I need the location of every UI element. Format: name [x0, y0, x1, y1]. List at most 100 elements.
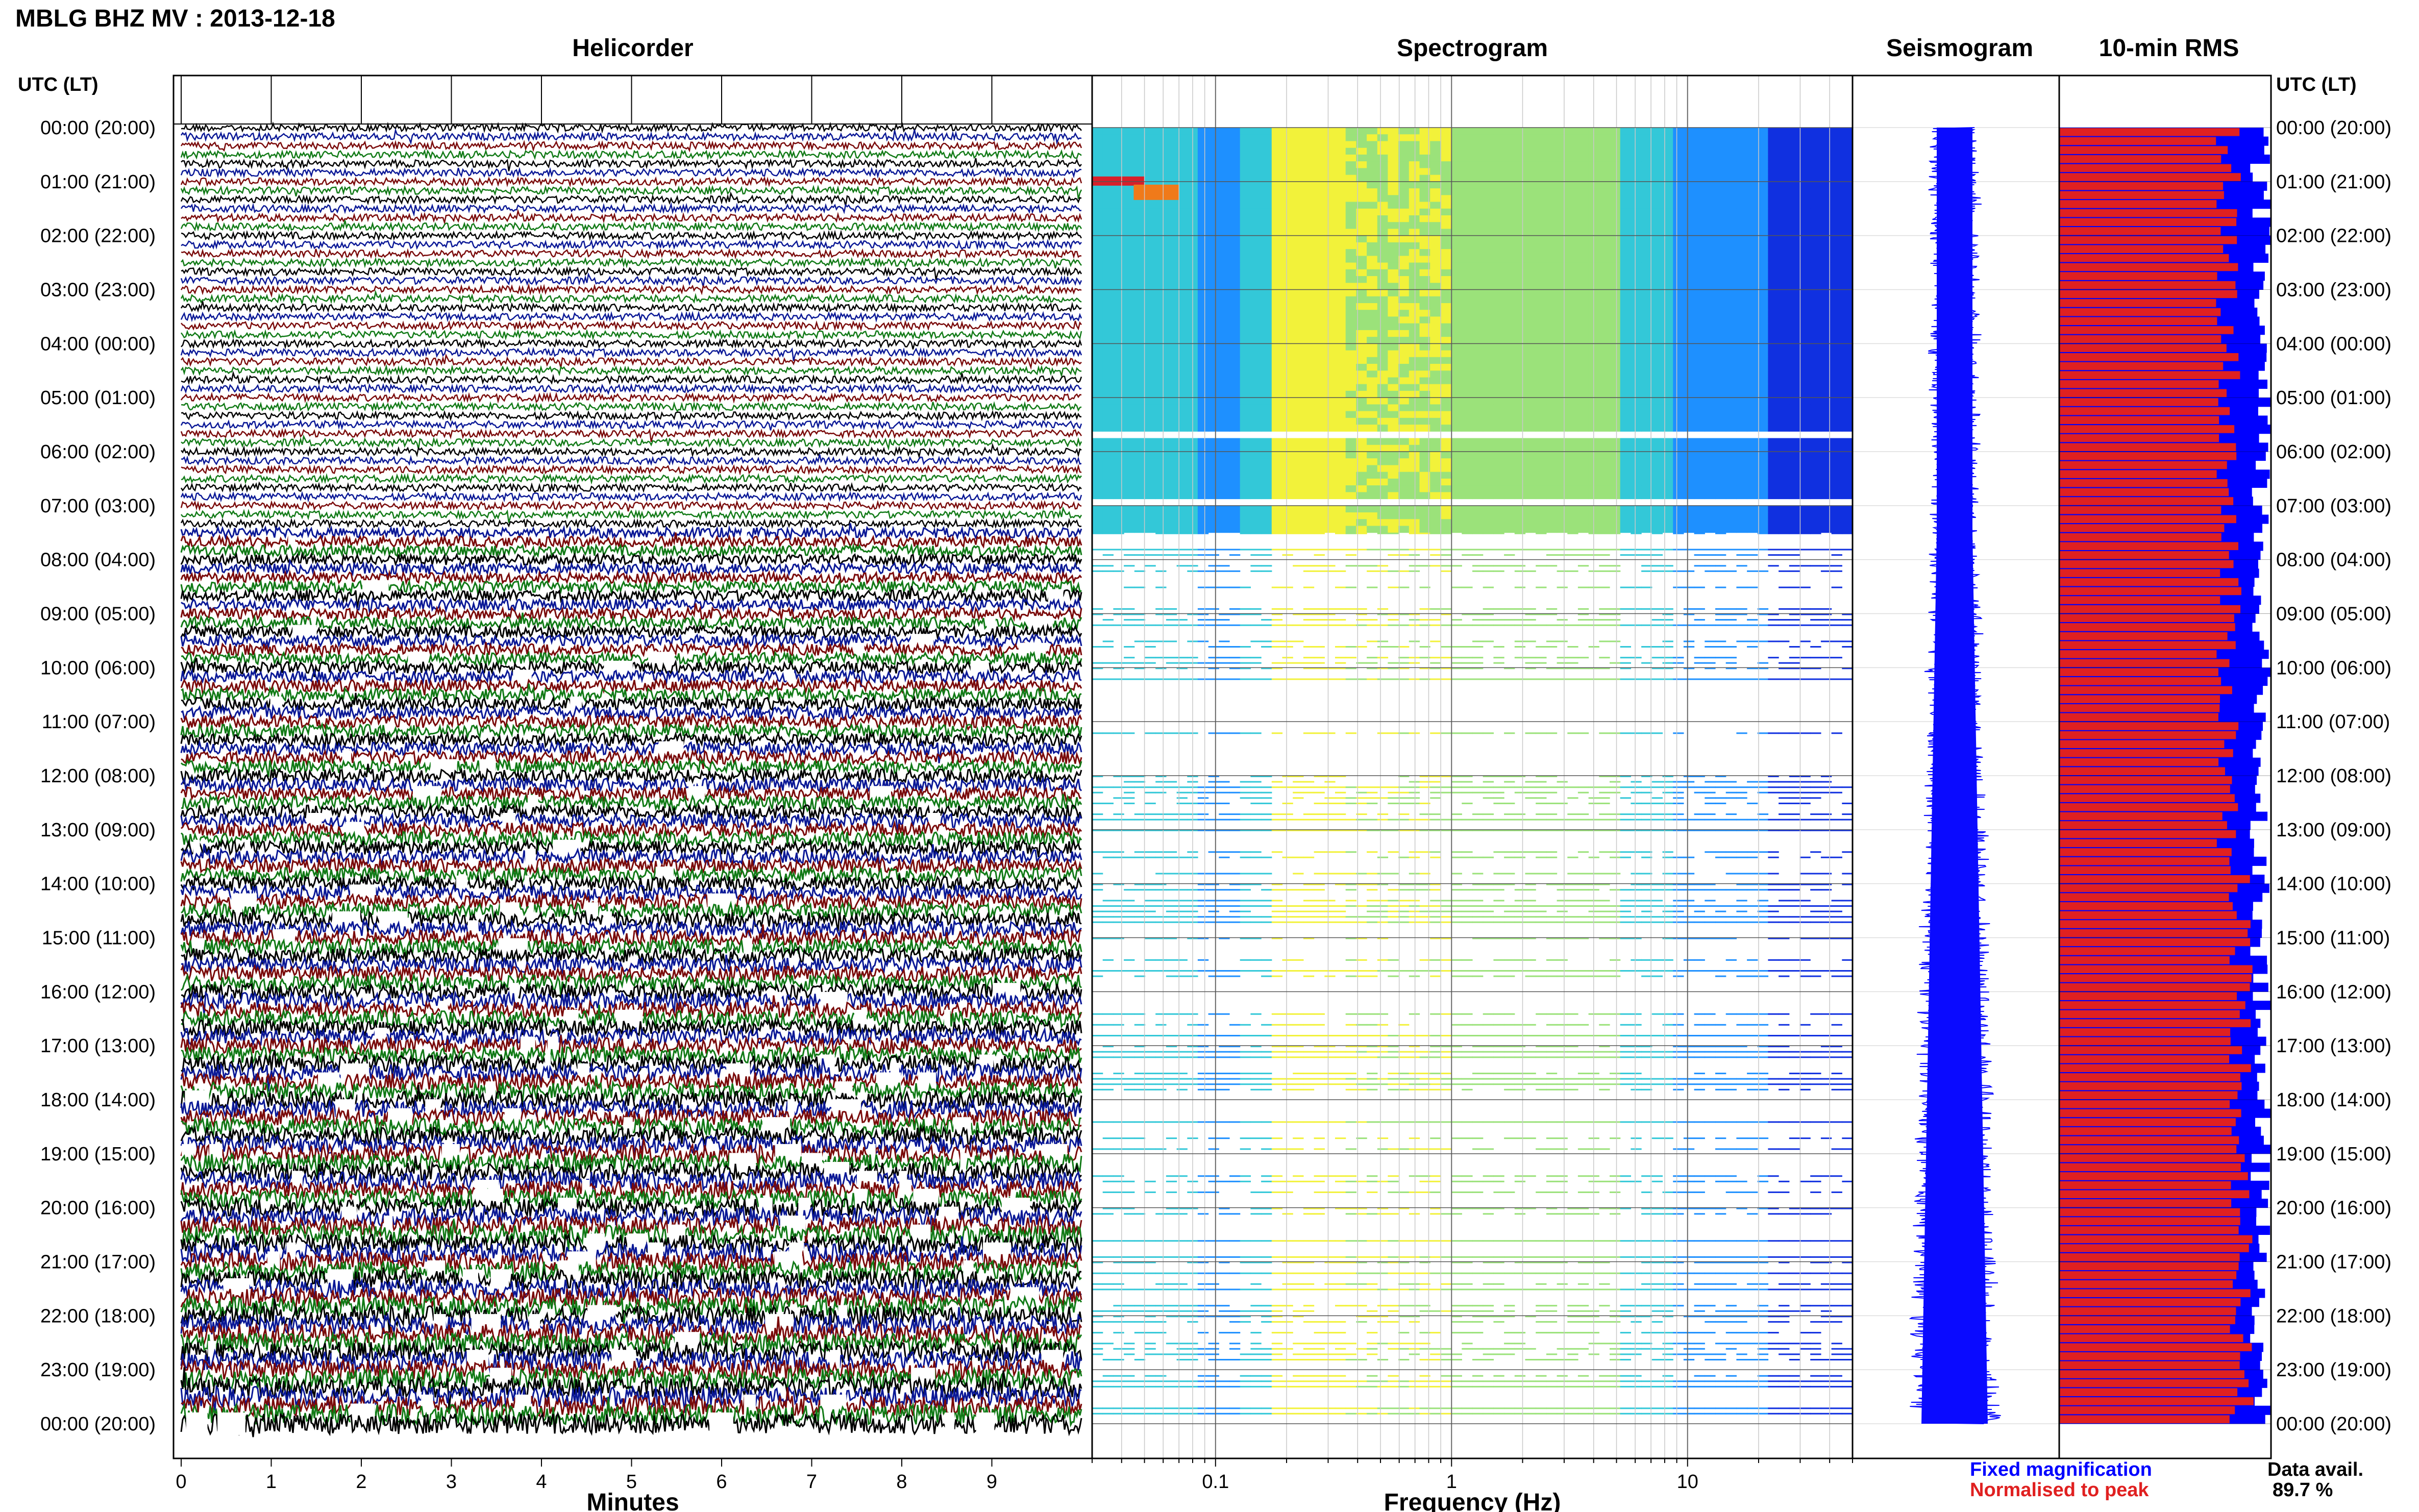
spectrogram-cell [1820, 289, 1832, 297]
spectrogram-cell [1493, 337, 1504, 344]
spectrogram-cell [1293, 289, 1304, 297]
spectrogram-cell [1271, 222, 1283, 229]
spectrogram-cell [1577, 565, 1589, 567]
spectrogram-cell [1166, 222, 1177, 229]
spectrogram-cell [1250, 404, 1262, 412]
spectrogram-cell [1324, 202, 1336, 209]
spectrogram-cell [1113, 512, 1124, 519]
spectrogram-cell [1472, 492, 1484, 500]
spectrogram-cell [1197, 175, 1209, 182]
spectrogram-cell [1197, 195, 1209, 203]
spectrogram-cell [1599, 195, 1610, 203]
spectrogram-cell [1705, 195, 1716, 203]
spectrogram-cell [1736, 384, 1747, 391]
spectrogram-cell [1377, 526, 1389, 533]
spectrogram-cell [1483, 168, 1494, 176]
spectrogram-cell [1641, 276, 1652, 283]
spectrogram-cell [1567, 458, 1578, 465]
spectrogram-cell [1651, 161, 1663, 168]
spectrogram-cell [1725, 330, 1737, 337]
spectrogram-cell [1377, 154, 1389, 162]
spectrogram-cell [1440, 549, 1452, 551]
spectrogram-cell [1240, 134, 1251, 141]
spectrogram-cell [1250, 289, 1262, 297]
spectrogram-cell [1768, 364, 1779, 371]
spectrogram-cell [1197, 478, 1209, 486]
spectrogram-cell [1810, 215, 1821, 222]
spectrogram-cell [1651, 269, 1663, 277]
spectrogram-cell [1377, 364, 1389, 371]
spectrogram-cell [1335, 154, 1346, 162]
spectrogram-cell [1345, 337, 1356, 344]
spectrogram-cell [1145, 323, 1156, 331]
spectrogram-cell [1757, 310, 1769, 317]
spectrogram-cell [1662, 134, 1673, 141]
spectrogram-cell [1176, 384, 1188, 391]
spectrogram-cell [1483, 417, 1494, 425]
spectrogram-cell [1631, 276, 1642, 283]
spectrogram-cell [1620, 134, 1631, 141]
spectrogram-cell [1683, 337, 1695, 344]
spectrogram-cell [1367, 269, 1378, 277]
spectrogram-cell [1631, 181, 1642, 189]
spectrogram-cell [1324, 425, 1336, 432]
spectrogram-cell [1483, 141, 1494, 148]
spectrogram-cell [1219, 478, 1230, 486]
spectrogram-cell [1113, 202, 1124, 209]
spectrogram-cell [1219, 350, 1230, 358]
spectrogram-cell [1757, 141, 1769, 148]
spectrogram-cell [1799, 310, 1811, 317]
spectrogram-cell [1736, 411, 1747, 418]
spectrogram-cell [1219, 404, 1230, 412]
spectrogram-cell [1673, 296, 1684, 304]
spectrogram-cell [1314, 465, 1325, 473]
spectrogram-cell [1176, 549, 1188, 551]
spectrogram-cell [1651, 134, 1663, 141]
spectrogram-cell [1409, 330, 1420, 337]
spectrogram-cell [1789, 276, 1800, 283]
spectrogram-cell [1282, 350, 1293, 358]
spectrogram-cell [1367, 242, 1378, 250]
spectrogram-cell [1546, 343, 1558, 351]
spectrogram-cell [1831, 242, 1842, 250]
spectrogram-cell [1546, 390, 1558, 398]
spectrogram-cell [1462, 343, 1473, 351]
spectrogram-cell [1155, 161, 1167, 168]
spectrogram-cell [1134, 357, 1146, 364]
spectrogram-cell [1324, 128, 1336, 135]
spectrogram-cell [1261, 549, 1272, 551]
spectrogram-cell [1208, 188, 1219, 195]
spectrogram-cell [1166, 512, 1177, 519]
spectrogram-cell [1367, 310, 1378, 317]
spectrogram-cell [1166, 141, 1177, 148]
spectrogram-cell [1250, 549, 1262, 551]
spectrogram-cell [1451, 390, 1462, 398]
spectrogram-cell [1124, 492, 1135, 500]
spectrogram-cell [1536, 505, 1547, 513]
spectrogram-cell [1271, 128, 1283, 135]
spectrogram-cell [1747, 526, 1758, 533]
spectrogram-cell [1155, 532, 1167, 534]
spectrogram-cell [1261, 478, 1272, 486]
spectrogram-cell [1705, 458, 1716, 465]
spectrogram-cell [1240, 242, 1251, 250]
spectrogram-cell [1102, 364, 1114, 371]
spectrogram-cell [1219, 619, 1230, 621]
spectrogram-cell [1736, 478, 1747, 486]
spectrogram-cell [1599, 181, 1610, 189]
spectrogram-cell [1451, 526, 1462, 533]
spectrogram-cell [1725, 485, 1737, 492]
spectrogram-cell [1820, 242, 1832, 250]
spectrogram-cell [1208, 505, 1219, 513]
spectrogram-cell [1610, 512, 1621, 519]
spectrogram-cell [1599, 554, 1610, 556]
spectrogram-cell [1599, 161, 1610, 168]
spectrogram-cell [1546, 181, 1558, 189]
spectrogram-cell [1651, 330, 1663, 337]
spectrogram-cell [1725, 404, 1737, 412]
spectrogram-cell [1557, 303, 1568, 310]
spectrogram-cell [1525, 256, 1536, 263]
spectrogram-cell [1673, 323, 1684, 331]
spectrogram-cell [1779, 323, 1790, 331]
spectrogram-cell [1651, 195, 1663, 203]
